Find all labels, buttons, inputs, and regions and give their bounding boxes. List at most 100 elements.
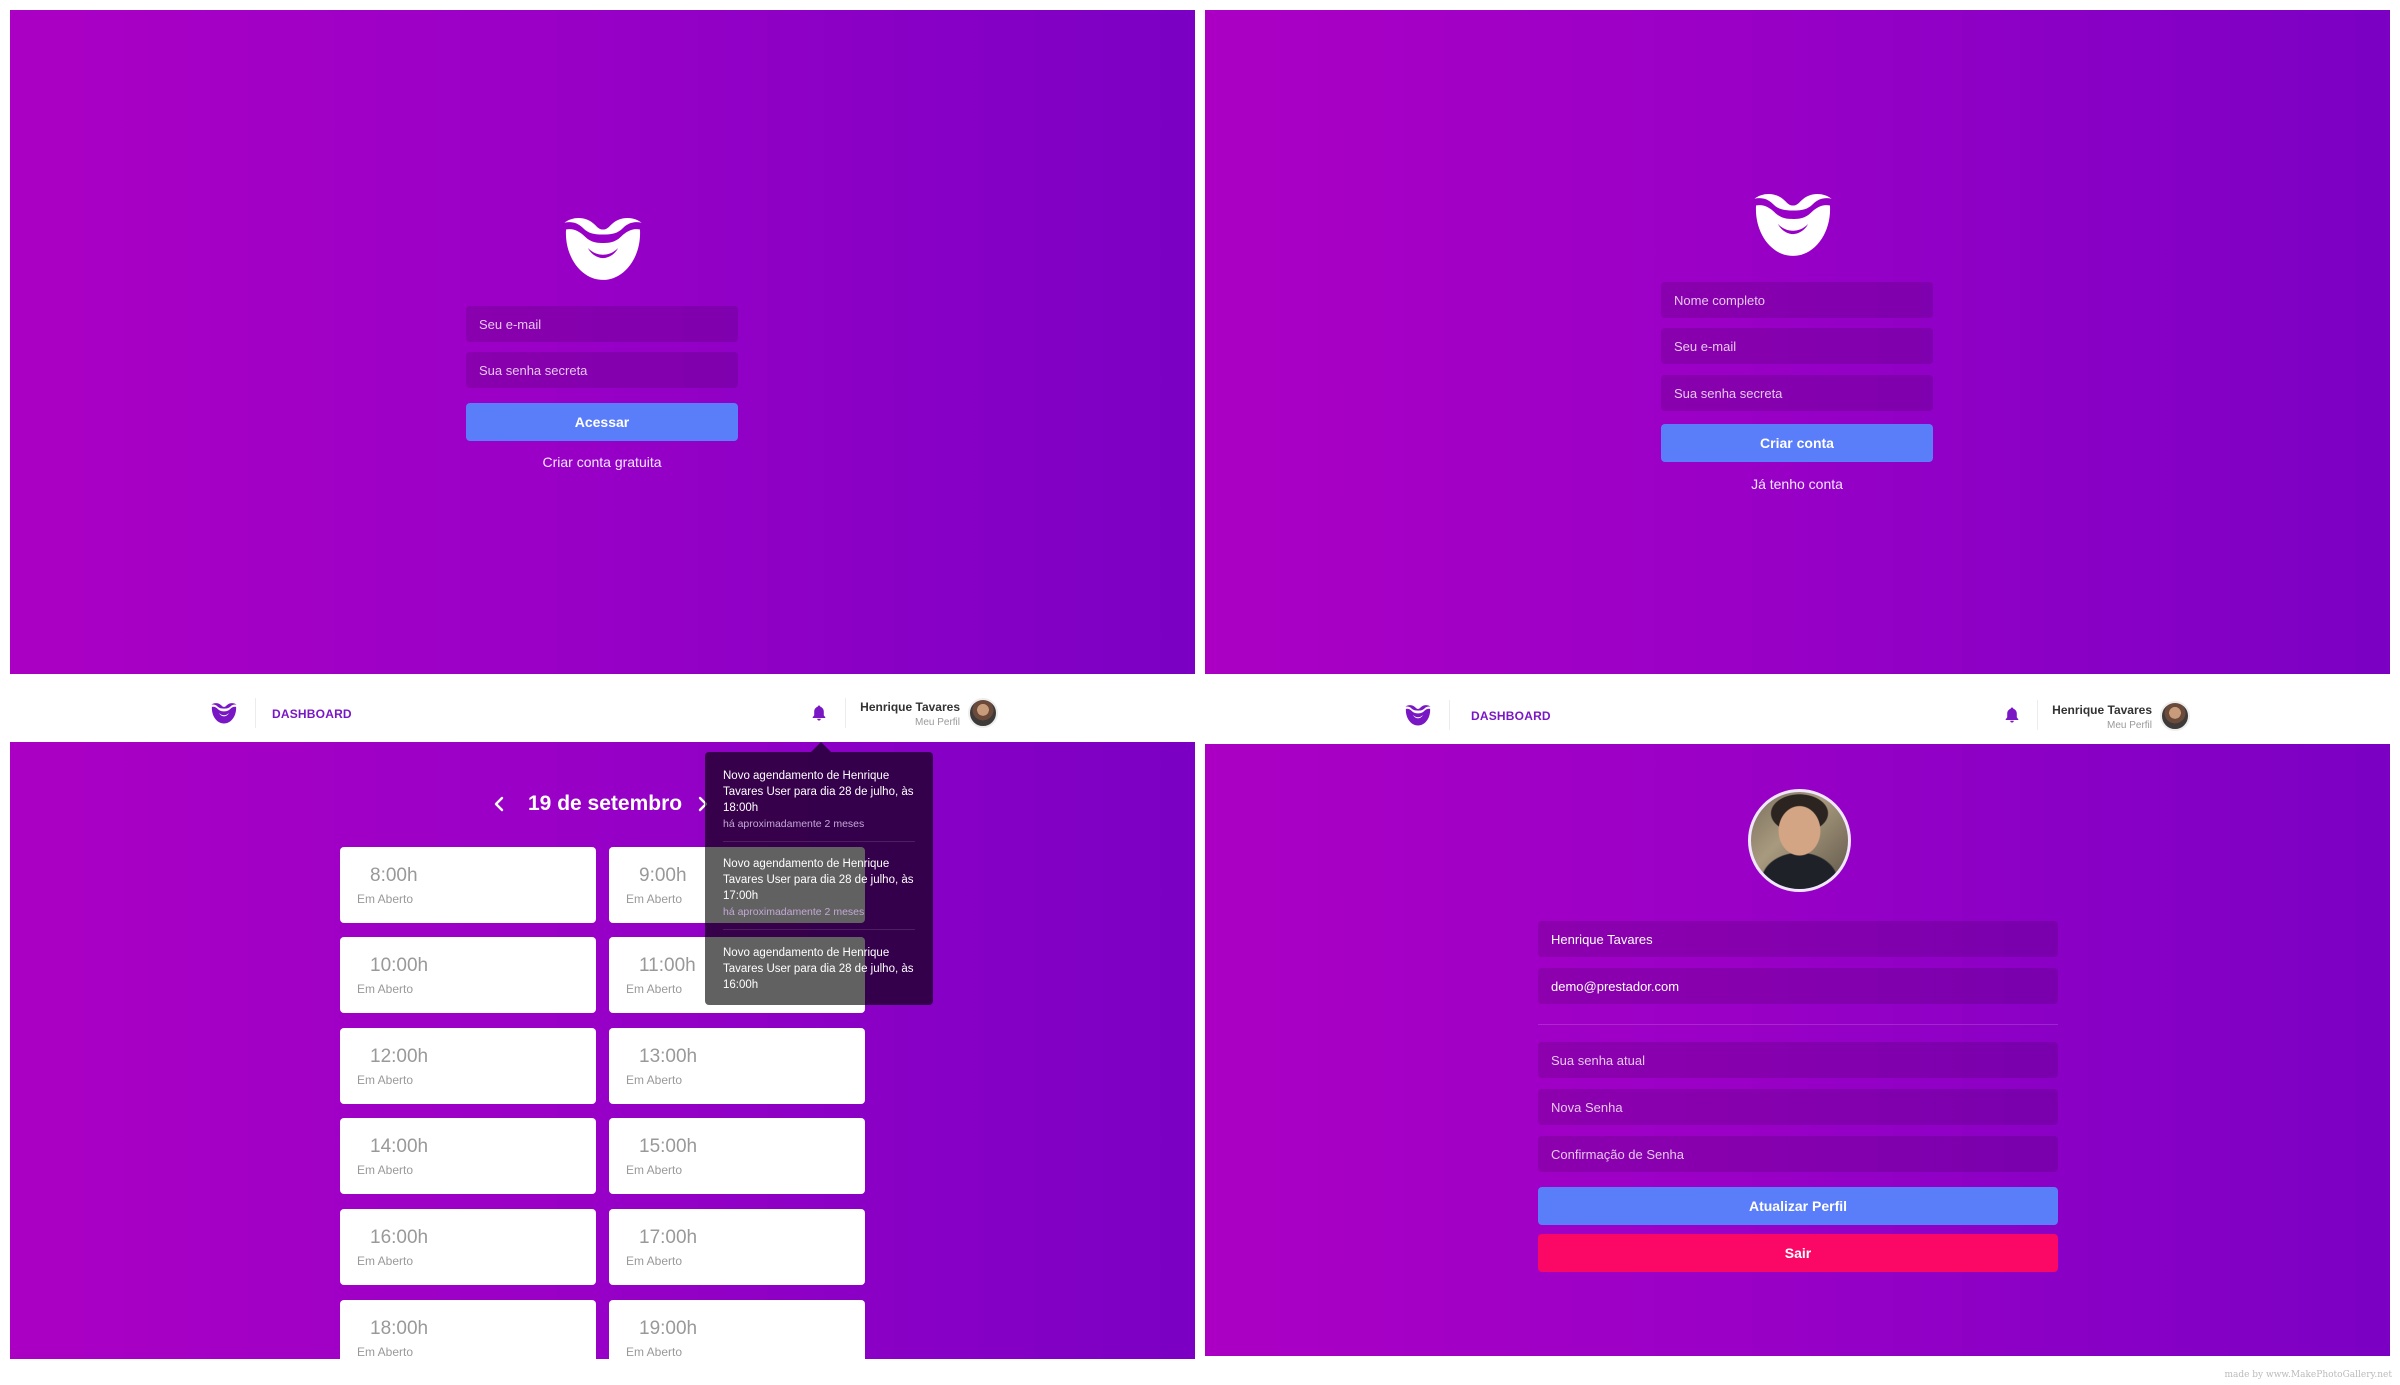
slot-time: 12:00h [370, 1046, 429, 1067]
notification-time: há aproximadamente 2 meses [723, 906, 865, 918]
chevron-left-icon[interactable] [494, 796, 504, 812]
slot-time: 15:00h [639, 1136, 698, 1157]
logout-label: Sair [1784, 1245, 1812, 1261]
email-field-placeholder: Seu e-mail [479, 316, 542, 332]
notification-divider [723, 929, 915, 930]
email-field[interactable]: Seu e-mail [1661, 328, 1933, 364]
mustache-logo-icon [1751, 190, 1835, 258]
slot-time: 8:00h [370, 865, 418, 886]
password-field[interactable]: Sua senha secreta [1661, 375, 1933, 411]
slot-time: 18:00h [370, 1318, 429, 1339]
profile-email-field[interactable]: demo@prestador.com [1538, 968, 2058, 1004]
create-account-button-label: Criar conta [1760, 435, 1834, 451]
header-divider [1449, 700, 1450, 730]
profile-avatar[interactable] [1748, 789, 1851, 892]
notification-item[interactable]: Novo agendamento de Henrique Tavares Use… [723, 856, 915, 918]
time-slot[interactable]: 19:00h Em Aberto [609, 1300, 865, 1359]
slot-time: 10:00h [370, 955, 429, 976]
avatar[interactable] [2160, 701, 2190, 731]
time-slot[interactable]: 8:00h Em Aberto [340, 847, 596, 923]
update-profile-button[interactable]: Atualizar Perfil [1538, 1187, 2058, 1225]
profile-link[interactable]: Meu Perfil [810, 717, 960, 728]
update-profile-label: Atualizar Perfil [1748, 1198, 1848, 1214]
profile-link[interactable]: Meu Perfil [2002, 720, 2152, 731]
notification-time: há aproximadamente 2 meses [723, 818, 865, 830]
notifications-popover: Novo agendamento de Henrique Tavares Use… [705, 752, 933, 1005]
login-button-label: Acessar [574, 414, 630, 430]
password-field-placeholder: Sua senha secreta [479, 362, 588, 378]
slot-status: Em Aberto [626, 892, 683, 906]
slot-status: Em Aberto [626, 1163, 683, 1177]
slot-status: Em Aberto [626, 1254, 683, 1268]
slot-status: Em Aberto [357, 1254, 414, 1268]
slot-time: 11:00h [639, 955, 696, 976]
profile-name-field[interactable]: Henrique Tavares [1538, 921, 2058, 957]
notification-message: Novo agendamento de Henrique Tavares Use… [723, 947, 914, 991]
watermark: made by www.MakePhotoGallery.net [2224, 1370, 2392, 1380]
time-slot[interactable]: 10:00h Em Aberto [340, 937, 596, 1013]
dashboard-header: DASHBOARD Henrique Tavares Meu Perfil [10, 684, 1195, 742]
have-account-link[interactable]: Já tenho conta [1661, 476, 1933, 492]
nav-dashboard-link[interactable]: DASHBOARD [272, 707, 352, 721]
profile-name-value: Henrique Tavares [1551, 931, 1653, 947]
confirm-password-field[interactable]: Confirmação de Senha [1538, 1136, 2058, 1172]
create-account-button[interactable]: Criar conta [1661, 424, 1933, 462]
full-name-field[interactable]: Nome completo [1661, 282, 1933, 318]
slot-time: 13:00h [639, 1046, 698, 1067]
slot-time: 9:00h [639, 865, 687, 886]
email-field[interactable]: Seu e-mail [466, 306, 738, 342]
new-password-field[interactable]: Nova Senha [1538, 1089, 2058, 1125]
slot-status: Em Aberto [626, 1345, 683, 1359]
notification-item[interactable]: Novo agendamento de Henrique Tavares Use… [723, 945, 915, 993]
time-slot[interactable]: 12:00h Em Aberto [340, 1028, 596, 1104]
nav-dashboard-link[interactable]: DASHBOARD [1471, 709, 1551, 723]
notification-popover-arrow [811, 742, 831, 752]
time-slot[interactable]: 14:00h Em Aberto [340, 1118, 596, 1194]
create-account-link[interactable]: Criar conta gratuita [466, 454, 738, 470]
email-field-placeholder: Seu e-mail [1674, 338, 1737, 354]
dashboard-screen: 19 de setembro 8:00h Em Aberto 9:00h Em … [10, 742, 1195, 1359]
notification-divider [723, 841, 915, 842]
logout-button[interactable]: Sair [1538, 1234, 2058, 1272]
time-slot[interactable]: 18:00h Em Aberto [340, 1300, 596, 1359]
new-password-placeholder: Nova Senha [1551, 1099, 1623, 1115]
password-field[interactable]: Sua senha secreta [466, 352, 738, 388]
current-date: 19 de setembro [528, 792, 683, 815]
slot-time: 14:00h [370, 1136, 429, 1157]
date-navigator: 19 de setembro [10, 790, 1195, 820]
time-slot[interactable]: 13:00h Em Aberto [609, 1028, 865, 1104]
slot-status: Em Aberto [357, 1073, 414, 1087]
mustache-logo-icon [561, 214, 645, 282]
header-divider [255, 698, 256, 728]
user-name: Henrique Tavares [860, 700, 960, 714]
slot-time: 17:00h [639, 1227, 698, 1248]
avatar[interactable] [968, 698, 998, 728]
slot-status: Em Aberto [357, 982, 414, 996]
notification-message: Novo agendamento de Henrique Tavares Use… [723, 858, 914, 902]
confirm-password-placeholder: Confirmação de Senha [1551, 1146, 1684, 1162]
time-slot[interactable]: 17:00h Em Aberto [609, 1209, 865, 1285]
current-password-field[interactable]: Sua senha atual [1538, 1042, 2058, 1078]
login-button[interactable]: Acessar [466, 403, 738, 441]
slot-time: 16:00h [370, 1227, 429, 1248]
slot-status: Em Aberto [626, 1073, 683, 1087]
profile-screen: Henrique Tavares demo@prestador.com Sua … [1205, 744, 2390, 1356]
login-screen: Seu e-mail Sua senha secreta Acessar Cri… [10, 10, 1195, 674]
mustache-logo-icon[interactable] [1403, 704, 1433, 726]
slot-time: 19:00h [639, 1318, 698, 1339]
slot-status: Em Aberto [357, 1345, 414, 1359]
slot-status: Em Aberto [357, 892, 414, 906]
profile-header: DASHBOARD Henrique Tavares Meu Perfil [1205, 684, 2390, 744]
profile-email-value: demo@prestador.com [1551, 978, 1680, 994]
mustache-logo-icon[interactable] [209, 702, 239, 724]
password-field-placeholder: Sua senha secreta [1674, 385, 1783, 401]
notification-item[interactable]: Novo agendamento de Henrique Tavares Use… [723, 768, 915, 830]
time-slot[interactable]: 16:00h Em Aberto [340, 1209, 596, 1285]
notification-message: Novo agendamento de Henrique Tavares Use… [723, 770, 914, 814]
slot-status: Em Aberto [357, 1163, 414, 1177]
full-name-placeholder: Nome completo [1674, 292, 1766, 308]
slot-status: Em Aberto [626, 982, 683, 996]
current-password-placeholder: Sua senha atual [1551, 1052, 1645, 1068]
time-slot[interactable]: 15:00h Em Aberto [609, 1118, 865, 1194]
form-divider [1538, 1024, 2058, 1025]
